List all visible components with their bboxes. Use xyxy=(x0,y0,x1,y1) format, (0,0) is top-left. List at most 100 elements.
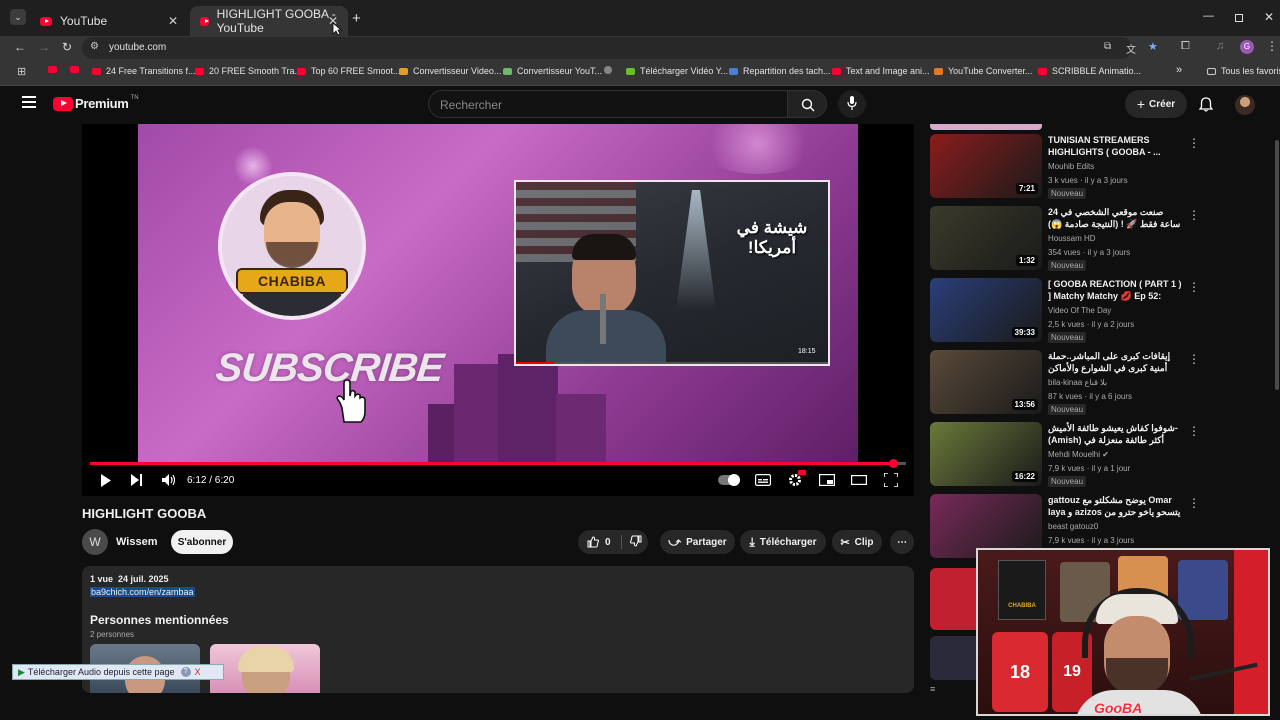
recommendation-channel[interactable]: bila-kinaa بلا قناع xyxy=(1048,378,1107,387)
recommendation-channel[interactable]: Houssam HD xyxy=(1048,234,1096,243)
recommendation-item[interactable]: 1:32 صنعت موقعي الشخصي في 24 ساعة فقط 🚀 !… xyxy=(930,206,1260,271)
account-avatar[interactable] xyxy=(1235,95,1255,115)
volume-icon[interactable] xyxy=(162,474,176,486)
download-button[interactable]: ⤓ Télécharger xyxy=(740,530,826,554)
recommendation-title[interactable]: صنعت موقعي الشخصي في 24 ساعة فقط 🚀 ! (ال… xyxy=(1048,206,1186,232)
description-link[interactable]: ba9chich.com/en/zambaa xyxy=(90,587,195,597)
youtube-premium-logo[interactable]: Premium TN xyxy=(53,95,139,111)
recommendation-channel[interactable]: Mouhib Edits xyxy=(1048,162,1094,171)
close-extension-button[interactable]: X xyxy=(195,667,201,677)
recommendation-channel[interactable]: Video Of The Day xyxy=(1048,306,1111,315)
recommendation-channel[interactable]: Mehdi Mouelhi ✔ xyxy=(1048,450,1109,459)
bookmark-icon-only[interactable] xyxy=(70,66,84,73)
subscribe-button[interactable]: S'abonner xyxy=(171,530,233,554)
extensions-icon[interactable]: ⧠ xyxy=(1181,40,1190,53)
recommendation-thumbnail[interactable]: 7:21 xyxy=(930,134,1042,198)
bookmark-item[interactable]: 20 FREE Smooth Tra... xyxy=(195,66,302,76)
subtitles-icon[interactable] xyxy=(755,474,771,486)
url-text[interactable]: youtube.com xyxy=(109,42,166,53)
bookmark-item[interactable]: Repartition des tach... xyxy=(729,66,831,76)
profile-avatar[interactable]: G xyxy=(1240,40,1254,54)
site-info-icon[interactable]: ⚙ xyxy=(90,41,99,52)
miniplayer-icon[interactable] xyxy=(819,474,835,486)
chrome-menu-icon[interactable]: ⋮ xyxy=(1266,39,1278,53)
translate-icon[interactable]: 文 xyxy=(1126,41,1136,56)
minimize-window-icon[interactable]: — xyxy=(1203,10,1214,22)
recommendation-item[interactable]: 39:33 [ GOOBA REACTION ( PART 1 ) ] Match… xyxy=(930,278,1260,343)
voice-search-button[interactable] xyxy=(838,90,866,118)
more-options-icon[interactable]: ⋮ xyxy=(1188,136,1200,150)
tab-youtube[interactable]: YouTube ✕ xyxy=(30,6,188,36)
bookmark-item[interactable]: SCRIBBLE Animatio... xyxy=(1038,66,1141,76)
share-button[interactable]: ⤻ Partager xyxy=(660,530,735,554)
more-options-icon[interactable]: ⋮ xyxy=(1188,280,1200,294)
channel-name[interactable]: Wissem xyxy=(116,536,157,548)
next-video-icon[interactable] xyxy=(131,474,143,486)
channel-avatar[interactable]: W xyxy=(82,529,108,555)
play-icon[interactable] xyxy=(100,474,112,487)
help-button[interactable]: ? xyxy=(180,667,191,677)
recommendation-item[interactable]: 7:21 TUNISIAN STREAMERS HIGHLIGHTS ( GOOB… xyxy=(930,134,1260,199)
bookmark-item[interactable]: 24 Free Transitions f... xyxy=(92,66,196,76)
more-actions-button[interactable]: ⋯ xyxy=(890,530,914,554)
notifications-bell-icon[interactable] xyxy=(1199,97,1213,112)
tab-search-button[interactable]: ⌄ xyxy=(10,9,26,25)
tab-highlight-gooba[interactable]: HIGHLIGHT GOOBA - YouTube ✕ xyxy=(190,6,348,36)
new-tab-button[interactable]: + xyxy=(352,10,361,27)
bookmark-star-icon[interactable]: ★ xyxy=(1148,40,1158,53)
tab-close-icon[interactable]: ✕ xyxy=(168,14,178,28)
more-options-icon[interactable]: ⋮ xyxy=(1188,424,1200,438)
recommendation-item[interactable]: 13:56 إيقافات كبرى على المباشر..حملة أمني… xyxy=(930,350,1260,415)
address-bar[interactable]: ⚙ youtube.com ⧉ 文 ★ xyxy=(82,37,1158,59)
clip-button[interactable]: ✂ Clip xyxy=(832,530,882,554)
recommendation-thumbnail[interactable]: 39:33 xyxy=(930,278,1042,342)
recommendation-thumbnail[interactable]: 1:32 xyxy=(930,206,1042,270)
recommendation-title[interactable]: [ GOOBA REACTION ( PART 1 ) ] Matchy Mat… xyxy=(1048,278,1186,304)
recommendation-title[interactable]: شوفوا كفاش يعيشو طائفة الأميش- (Amish) أ… xyxy=(1048,422,1186,448)
bookmark-item[interactable]: YouTube Converter... xyxy=(934,66,1032,76)
search-button[interactable] xyxy=(787,90,827,118)
bookmark-item[interactable]: Convertisseur YouT... xyxy=(503,66,602,76)
media-control-icon[interactable]: ♫ xyxy=(1216,40,1224,52)
recommendation-title[interactable]: gattouz يوضح مشكلتو مع Omar laya و azizo… xyxy=(1048,494,1186,520)
more-options-icon[interactable]: ⋮ xyxy=(1188,496,1200,510)
autoplay-toggle[interactable] xyxy=(718,474,740,486)
theater-mode-icon[interactable] xyxy=(851,475,867,485)
recommendation-channel[interactable]: beast gatouz0 xyxy=(1048,522,1098,531)
audio-download-extension-bar[interactable]: ▶ Télécharger Audio depuis cette page ? … xyxy=(12,664,224,680)
bookmark-item[interactable]: Top 60 FREE Smoot... xyxy=(297,66,401,76)
bookmark-icon-only[interactable] xyxy=(48,66,62,73)
video-player[interactable]: CHABIBA SUBSCRIBE شيشة في أمريكا! 18:15 … xyxy=(82,124,914,496)
restore-window-icon[interactable] xyxy=(1235,14,1243,22)
recommendation-thumbnail[interactable]: 13:56 xyxy=(930,350,1042,414)
fullscreen-icon[interactable] xyxy=(884,473,898,487)
recommendation-thumbnail[interactable]: 16:22 xyxy=(930,422,1042,486)
more-options-icon[interactable]: ⋮ xyxy=(1188,352,1200,366)
settings-gear-icon[interactable] xyxy=(788,473,802,487)
more-options-icon[interactable]: ⋮ xyxy=(1188,208,1200,222)
sidebar-scrollbar[interactable] xyxy=(1275,140,1279,390)
reload-icon[interactable]: ↻ xyxy=(62,40,72,54)
dislike-button[interactable] xyxy=(629,535,642,550)
partial-thumbnail[interactable] xyxy=(930,636,976,680)
recommendation-title[interactable]: TUNISIAN STREAMERS HIGHLIGHTS ( GOOBA - … xyxy=(1048,134,1186,160)
install-app-icon[interactable]: ⧉ xyxy=(1104,41,1111,52)
apps-grid-icon[interactable]: ⊞ xyxy=(17,65,26,78)
partial-thumbnail[interactable] xyxy=(930,568,976,630)
recommendation-title[interactable]: إيقافات كبرى على المباشر..حملة أمنية كبر… xyxy=(1048,350,1186,376)
search-input[interactable]: Rechercher xyxy=(428,90,788,118)
close-window-icon[interactable]: ✕ xyxy=(1264,10,1274,24)
progress-scrubber-handle[interactable] xyxy=(888,459,898,468)
back-arrow-icon[interactable]: ← xyxy=(14,40,26,54)
create-button[interactable]: + Créer xyxy=(1125,90,1187,118)
bookmark-item[interactable]: Convertisseur Video... xyxy=(399,66,501,76)
mentioned-person-card[interactable] xyxy=(210,644,320,693)
like-button[interactable]: 0 xyxy=(578,536,611,548)
bookmark-item[interactable]: Télécharger Vidéo Y... xyxy=(626,66,728,76)
hamburger-menu-icon[interactable] xyxy=(22,96,36,108)
bookmark-item[interactable]: Text and Image ani... xyxy=(832,66,930,76)
recommendation-item[interactable]: 16:22 شوفوا كفاش يعيشو طائفة الأميش- (Ami… xyxy=(930,422,1260,487)
forward-arrow-icon[interactable]: → xyxy=(38,40,50,54)
progress-bar-track[interactable] xyxy=(90,459,906,468)
bookmarks-overflow-button[interactable]: » xyxy=(1176,64,1182,76)
